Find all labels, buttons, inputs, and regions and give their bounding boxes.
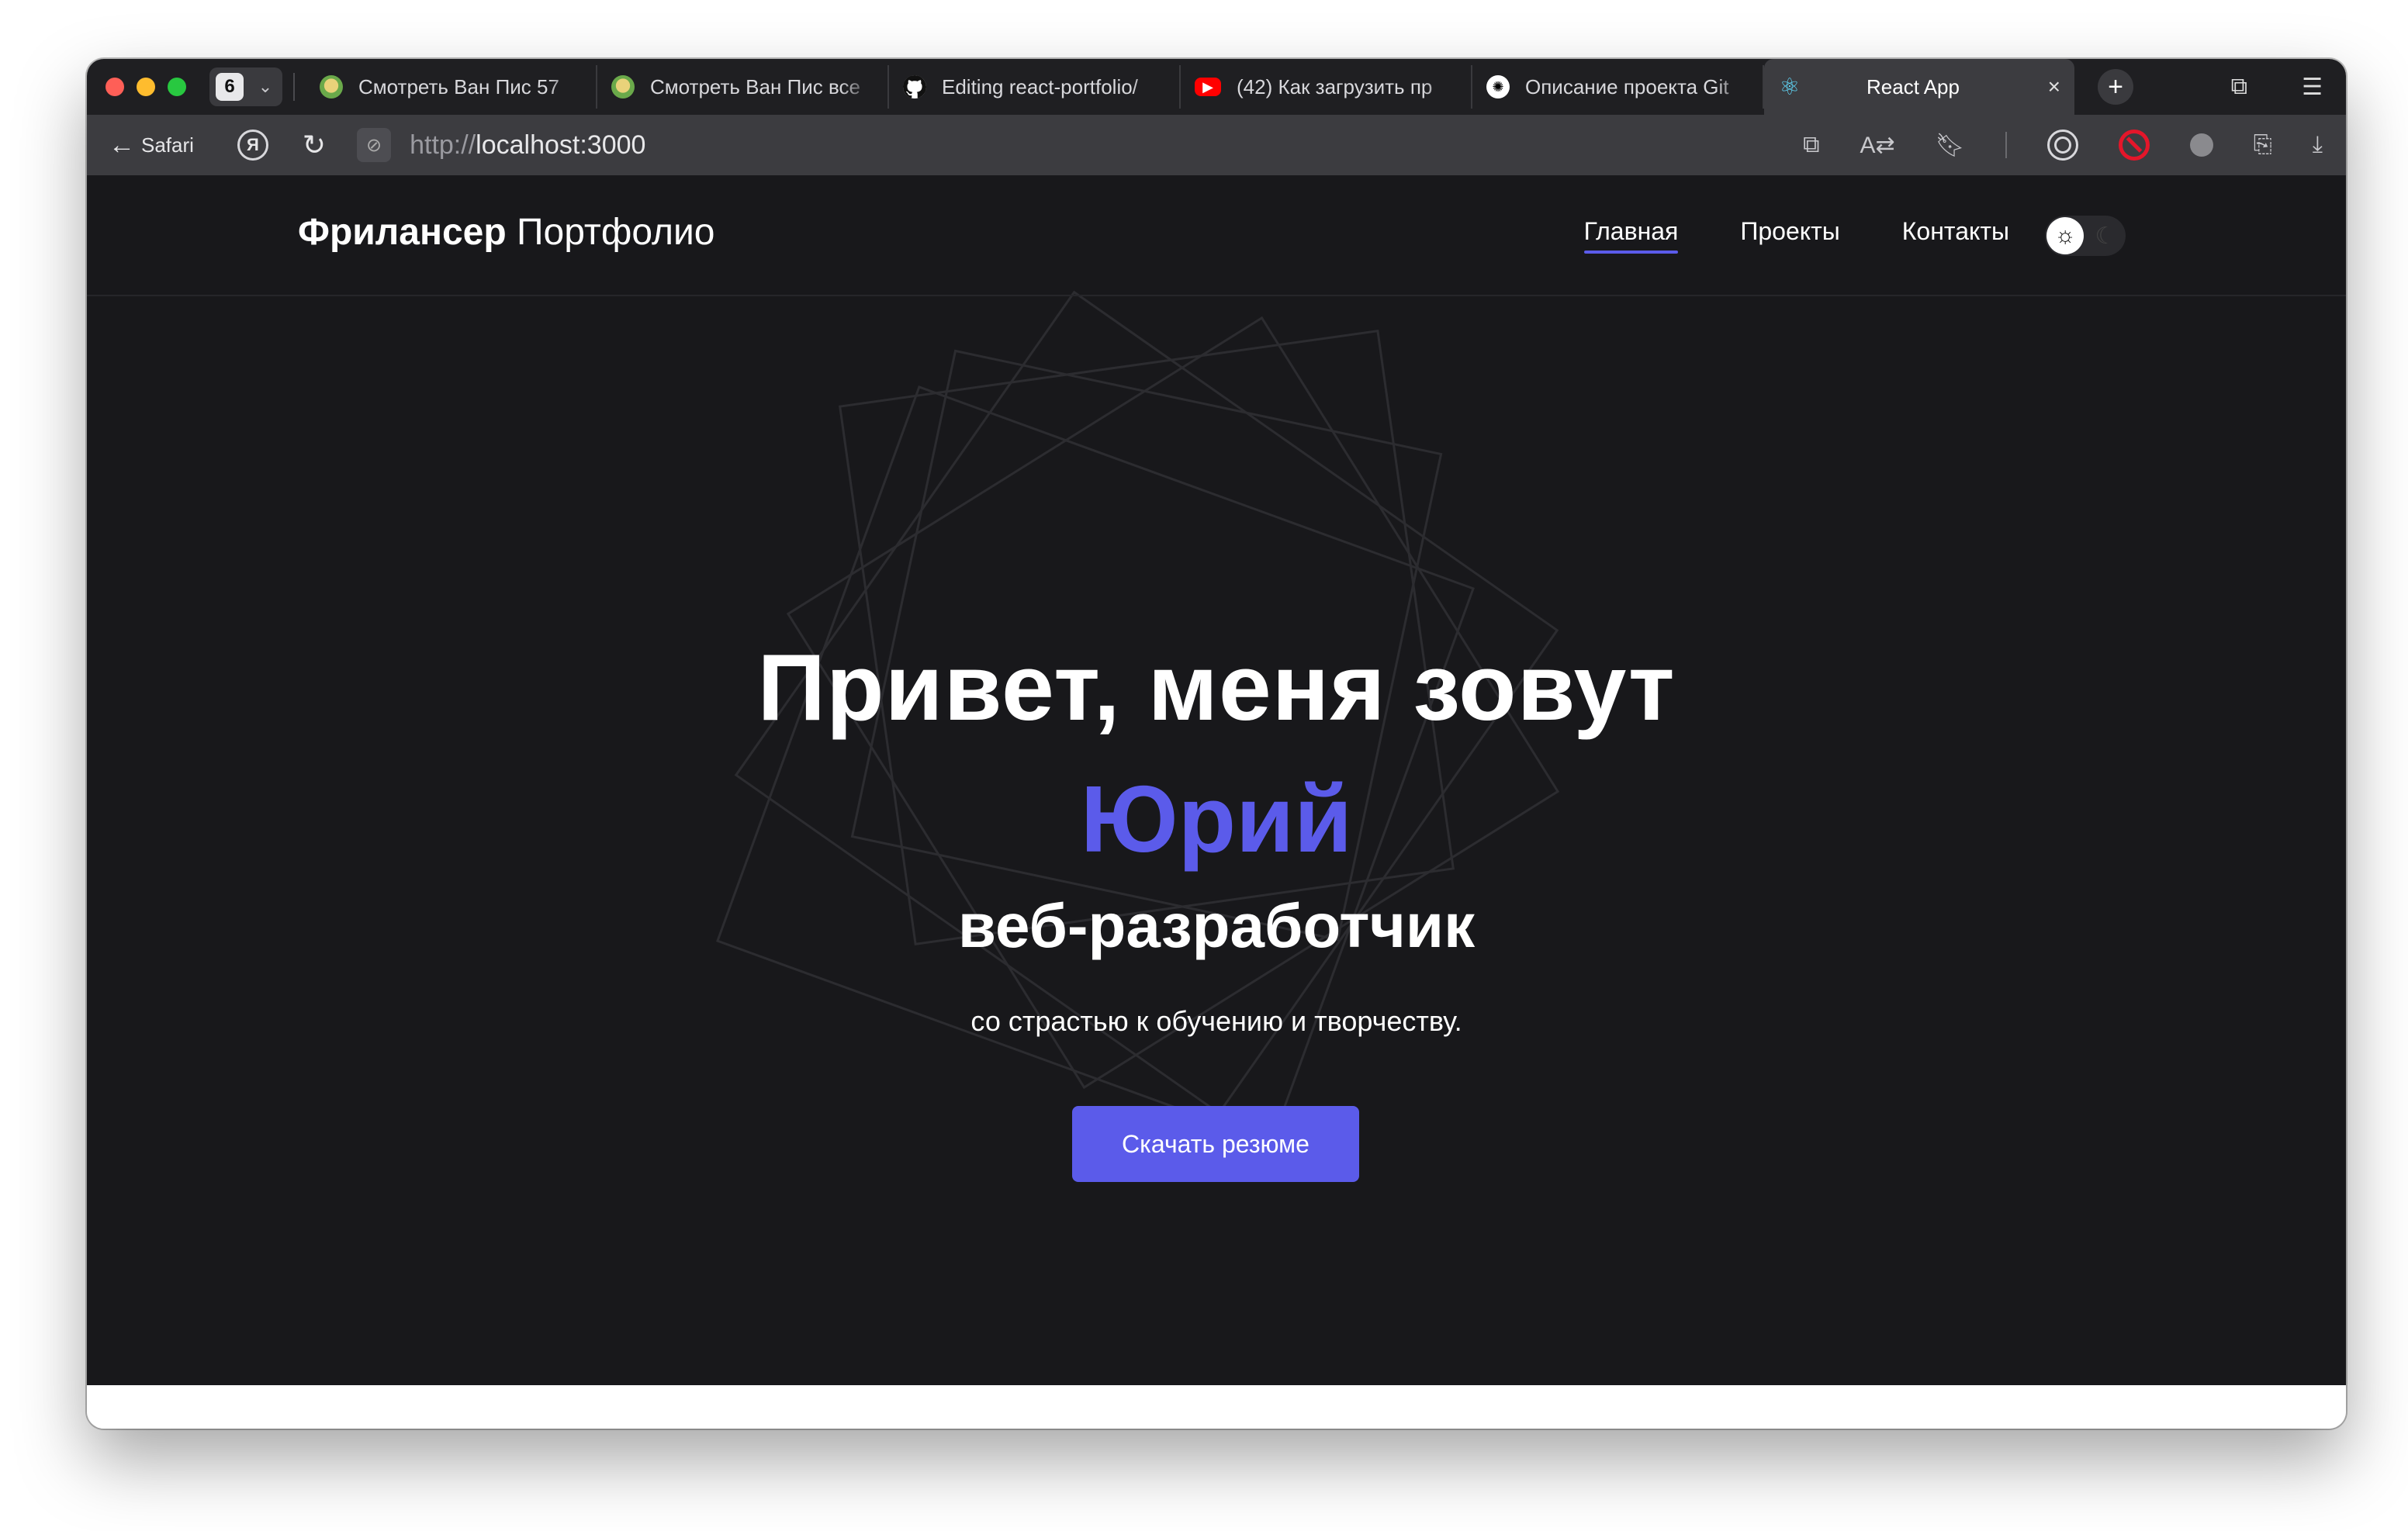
collections-icon[interactable]: ⧉ xyxy=(2231,74,2247,100)
one-piece-favicon-icon xyxy=(611,75,635,98)
adblock-icon[interactable] xyxy=(2118,130,2150,161)
alice-icon[interactable] xyxy=(2046,130,2078,161)
minimize-window-button[interactable] xyxy=(137,78,155,96)
url-scheme: http:// xyxy=(410,130,476,160)
react-icon: ⚛ xyxy=(1779,74,1801,100)
hero-name: Юрий xyxy=(1080,766,1353,872)
url-host: localhost:3000 xyxy=(476,130,646,160)
downloads-icon[interactable]: ⤓ xyxy=(2313,132,2323,158)
tab-label: Смотреть Ван Пис 57 xyxy=(358,74,559,98)
site-logo[interactable]: Фрилансер Портфолио xyxy=(298,211,715,254)
bottom-strip xyxy=(87,1385,2346,1429)
divider xyxy=(293,73,295,101)
tab-label: Смотреть Ван Пис все xyxy=(650,74,860,98)
new-tab-button[interactable]: + xyxy=(2098,69,2133,105)
tabbar-right-controls: ⧉ ☰ xyxy=(2231,59,2323,115)
translate-icon[interactable]: A⇄ xyxy=(1860,132,1894,159)
nav-home[interactable]: Главная xyxy=(1583,217,1678,254)
tab-4[interactable]: ▶ (42) Как загрузить пр xyxy=(1181,65,1472,109)
brand-regular: Портфолио xyxy=(517,212,715,253)
brand-bold: Фрилансер xyxy=(298,212,507,253)
tab-label: Editing react-portfolio/ xyxy=(942,74,1138,98)
hero-greeting: Привет, меня зовут xyxy=(757,634,1676,740)
screenshot-icon[interactable]: ⎘ xyxy=(2254,132,2272,158)
tab-overview-button[interactable]: 6 ⌄ xyxy=(209,67,282,106)
tab-bar: 6 ⌄ Смотреть Ван Пис 57 Смотреть Ван Пис… xyxy=(87,59,2346,115)
browser-window: 6 ⌄ Смотреть Ван Пис 57 Смотреть Ван Пис… xyxy=(87,59,2346,1429)
sun-icon: ☼ xyxy=(2046,217,2084,254)
url-field[interactable]: http://localhost:3000 xyxy=(410,130,645,161)
tab-5[interactable]: ✺ Описание проекта Git xyxy=(1472,65,1764,109)
tab-6-active[interactable]: ⚛ React App × xyxy=(1764,59,2074,115)
tab-label: React App xyxy=(1867,74,1960,98)
close-tab-icon[interactable]: × xyxy=(2048,74,2060,99)
bookmark-icon[interactable]: 🔖︎ xyxy=(1936,132,1965,159)
moon-icon: ☾ xyxy=(2095,223,2116,249)
close-window-button[interactable] xyxy=(106,78,124,96)
tab-label: (42) Как загрузить пр xyxy=(1237,74,1433,98)
reload-icon[interactable]: ↻ xyxy=(303,129,326,161)
chevron-down-icon[interactable]: ⌄ xyxy=(256,77,275,97)
arrow-left-icon: ← xyxy=(109,130,135,160)
nav-projects[interactable]: Проекты xyxy=(1740,217,1839,254)
hero-tagline: со страстью к обучению и творчеству. xyxy=(970,1005,1462,1037)
hero-role: веб-разработчик xyxy=(957,891,1476,960)
tab-label: Описание проекта Git xyxy=(1525,74,1729,98)
theme-toggle[interactable]: ☼ ☾ xyxy=(2045,216,2126,256)
one-piece-favicon-icon xyxy=(320,75,343,98)
addressbar-right-controls: ⧉ A⇄ 🔖︎ ⎘ ⤓ xyxy=(1803,115,2323,175)
chatgpt-icon: ✺ xyxy=(1486,75,1510,98)
window-controls xyxy=(106,78,186,96)
divider xyxy=(2005,132,2007,158)
tab-2[interactable]: Смотреть Ван Пис все xyxy=(597,65,889,109)
web-page: Фрилансер Портфолио Главная Проекты Конт… xyxy=(87,175,2346,1385)
copy-link-icon[interactable]: ⧉ xyxy=(1803,132,1819,158)
extension-icon[interactable] xyxy=(2189,133,2213,157)
address-bar: ← Safari Я ↻ ⊘ http://localhost:3000 ⧉ A… xyxy=(87,115,2346,175)
site-info-icon[interactable]: ⊘ xyxy=(357,128,392,162)
yandex-icon[interactable]: Я xyxy=(237,130,268,161)
menu-icon[interactable]: ☰ xyxy=(2302,74,2323,101)
tab-count: 6 xyxy=(216,73,244,101)
main-nav: Главная Проекты Контакты xyxy=(1583,217,2009,254)
tab-3[interactable]: Editing react-portfolio/ xyxy=(889,65,1181,109)
download-resume-button[interactable]: Скачать резюме xyxy=(1072,1106,1359,1182)
youtube-icon: ▶ xyxy=(1195,78,1221,96)
zoom-window-button[interactable] xyxy=(168,78,186,96)
github-icon xyxy=(903,75,926,98)
tab-1[interactable]: Смотреть Ван Пис 57 xyxy=(306,65,597,109)
site-header: Фрилансер Портфолио Главная Проекты Конт… xyxy=(87,175,2346,296)
back-label: Safari xyxy=(141,133,194,157)
back-button[interactable]: ← Safari xyxy=(109,130,194,161)
nav-contacts[interactable]: Контакты xyxy=(1902,217,2009,254)
